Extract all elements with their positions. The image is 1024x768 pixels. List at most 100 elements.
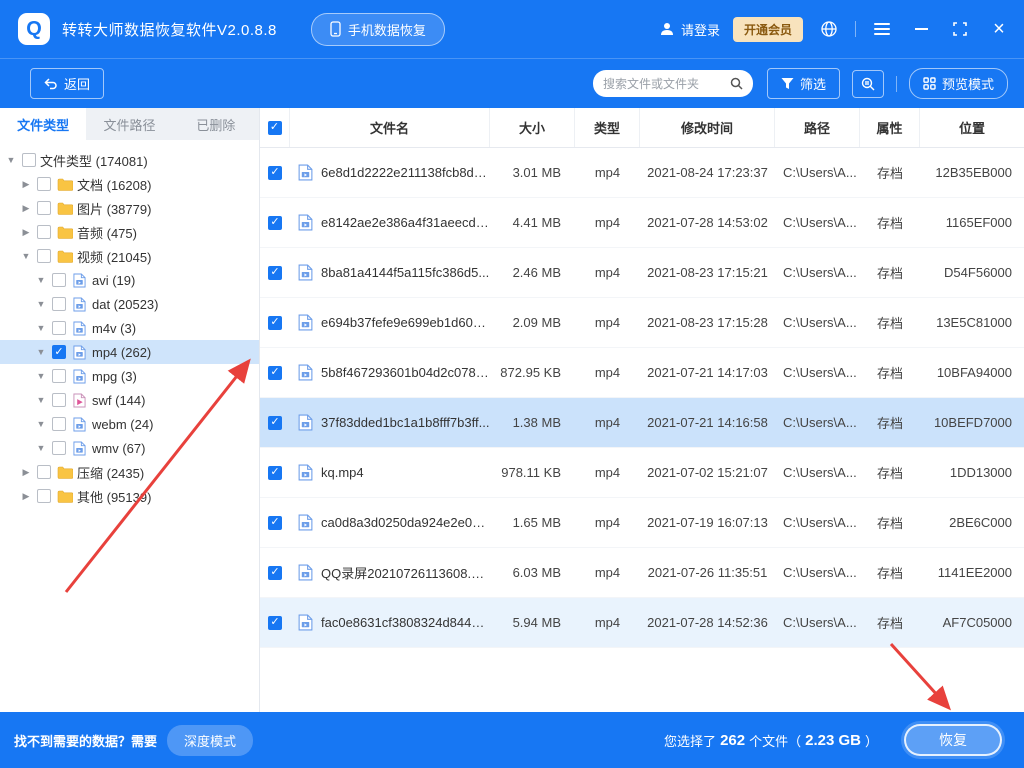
maximize-button[interactable] [947, 16, 973, 42]
column-header[interactable]: 类型 [575, 108, 640, 147]
advanced-search-button[interactable] [851, 69, 884, 98]
deep-mode-button[interactable]: 深度模式 [167, 724, 254, 756]
chevron-down-icon[interactable]: ▼ [34, 275, 48, 285]
chevron-right-icon[interactable]: ▶ [19, 203, 33, 214]
tree-checkbox[interactable] [22, 153, 36, 167]
tree-checkbox[interactable] [52, 369, 66, 383]
column-header[interactable]: 路径 [775, 108, 860, 147]
search-box[interactable] [592, 70, 753, 97]
tree-checkbox[interactable] [37, 225, 51, 239]
globe-icon[interactable] [816, 16, 842, 42]
tree-checkbox[interactable]: ✓ [52, 345, 66, 359]
table-row[interactable]: ✓ ca0d8a3d0250da924e2e0d... 1.65 MB mp4 2021… [260, 498, 1024, 548]
folder-icon [55, 226, 74, 239]
tree-item[interactable]: ▶ 压缩 (2435) [0, 460, 259, 484]
tree-item[interactable]: ▶ 图片 (38779) [0, 196, 259, 220]
chevron-down-icon[interactable]: ▼ [34, 371, 48, 381]
vip-button[interactable]: 开通会员 [732, 16, 803, 42]
recover-button[interactable]: 恢复 [904, 724, 1002, 756]
filter-button[interactable]: 筛选 [766, 68, 840, 99]
sidebar-tab[interactable]: 文件类型 [0, 108, 87, 140]
row-checkbox[interactable]: ✓ [268, 565, 282, 580]
chevron-right-icon[interactable]: ▶ [19, 179, 33, 190]
tree-item[interactable]: ▼ webm (24) [0, 412, 259, 436]
table-row[interactable]: ✓ fac0e8631cf3808324d84471... 5.94 MB mp4 20… [260, 598, 1024, 648]
chevron-down-icon[interactable]: ▼ [34, 323, 48, 333]
tree-checkbox[interactable] [37, 249, 51, 263]
login-button[interactable]: 请登录 [659, 20, 720, 39]
row-checkbox[interactable]: ✓ [268, 265, 282, 280]
chevron-down-icon[interactable]: ▼ [34, 395, 48, 405]
column-header[interactable]: 位置 [920, 108, 1024, 147]
select-all-checkbox[interactable]: ✓ [267, 120, 282, 135]
column-header[interactable]: 修改时间 [640, 108, 775, 147]
row-checkbox[interactable]: ✓ [268, 515, 282, 530]
media-file-icon [298, 564, 313, 581]
search-icon[interactable] [730, 77, 743, 90]
table-header: ✓ 文件名 大小 类型 修改时间 路径 属性 位置 [260, 108, 1024, 148]
file-attribute: 存档 [876, 366, 903, 381]
column-header[interactable]: 大小 [490, 108, 575, 147]
tree-checkbox[interactable] [37, 465, 51, 479]
row-checkbox[interactable]: ✓ [268, 365, 282, 380]
tree-item[interactable]: ▶ 文档 (16208) [0, 172, 259, 196]
table-row[interactable]: ✓ 6e8d1d2222e211138fcb8dd... 3.01 MB mp4 202… [260, 148, 1024, 198]
chevron-down-icon[interactable]: ▼ [34, 443, 48, 453]
tree-item[interactable]: ▼ 文件类型 (174081) [0, 148, 259, 172]
tree-item[interactable]: ▼ ✓ mp4 (262) [0, 340, 259, 364]
tree-checkbox[interactable] [37, 177, 51, 191]
search-input[interactable] [602, 76, 724, 91]
sidebar-tab[interactable]: 已删除 [173, 108, 259, 140]
tree-checkbox[interactable] [52, 441, 66, 455]
tree-item[interactable]: ▼ m4v (3) [0, 316, 259, 340]
tree-checkbox[interactable] [52, 273, 66, 287]
chevron-right-icon[interactable]: ▶ [19, 227, 33, 238]
selection-summary: 您选择了 262 个文件（ 2.23 GB ） [664, 731, 878, 750]
table-row[interactable]: ✓ 37f83dded1bc1a1b8fff7b3ff... 1.38 MB mp4 2… [260, 398, 1024, 448]
table-row[interactable]: ✓ e8142ae2e386a4f31aeecd1... 4.41 MB mp4 202… [260, 198, 1024, 248]
row-checkbox[interactable]: ✓ [268, 615, 282, 630]
row-checkbox[interactable]: ✓ [268, 165, 282, 180]
file-type: mp4 [594, 415, 621, 430]
column-header[interactable]: 属性 [860, 108, 920, 147]
menu-icon[interactable] [869, 16, 895, 42]
chevron-down-icon[interactable]: ▼ [4, 155, 18, 165]
chevron-right-icon[interactable]: ▶ [19, 491, 33, 502]
close-button[interactable]: × [986, 16, 1012, 42]
tree-item[interactable]: ▼ 视频 (21045) [0, 244, 259, 268]
table-row[interactable]: ✓ QQ录屏20210726113608.mp4 6.03 MB mp4 2021-07… [260, 548, 1024, 598]
sidebar-tab[interactable]: 文件路径 [86, 108, 172, 140]
tree-checkbox[interactable] [52, 321, 66, 335]
row-checkbox[interactable]: ✓ [268, 315, 282, 330]
tree-checkbox[interactable] [37, 201, 51, 215]
tree-item[interactable]: ▶ 其他 (95139) [0, 484, 259, 508]
chevron-down-icon[interactable]: ▼ [34, 347, 48, 357]
tree-item[interactable]: ▼ dat (20523) [0, 292, 259, 316]
chevron-right-icon[interactable]: ▶ [19, 467, 33, 478]
tree-item[interactable]: ▶ 音频 (475) [0, 220, 259, 244]
tree-item[interactable]: ▼ swf (144) [0, 388, 259, 412]
tree-checkbox[interactable] [52, 417, 66, 431]
tree-checkbox[interactable] [37, 489, 51, 503]
table-row[interactable]: ✓ e694b37fefe9e699eb1d60d... 2.09 MB mp4 202… [260, 298, 1024, 348]
file-name-cell: fac0e8631cf3808324d84471... [290, 614, 490, 631]
tree-checkbox[interactable] [52, 297, 66, 311]
table-row[interactable]: ✓ 5b8f467293601b04d2c0785... 872.95 KB mp4 2… [260, 348, 1024, 398]
minimize-button[interactable] [908, 16, 934, 42]
tree-checkbox[interactable] [52, 393, 66, 407]
tree-item[interactable]: ▼ wmv (67) [0, 436, 259, 460]
row-checkbox[interactable]: ✓ [268, 465, 282, 480]
row-checkbox[interactable]: ✓ [268, 215, 282, 230]
row-checkbox[interactable]: ✓ [268, 415, 282, 430]
chevron-down-icon[interactable]: ▼ [19, 251, 33, 261]
phone-recovery-button[interactable]: 手机数据恢复 [310, 12, 445, 46]
preview-mode-button[interactable]: 预览模式 [908, 68, 1008, 99]
chevron-down-icon[interactable]: ▼ [34, 419, 48, 429]
back-button[interactable]: 返回 [30, 68, 105, 99]
chevron-down-icon[interactable]: ▼ [34, 299, 48, 309]
tree-item[interactable]: ▼ avi (19) [0, 268, 259, 292]
tree-item[interactable]: ▼ mpg (3) [0, 364, 259, 388]
table-row[interactable]: ✓ kq.mp4 978.11 KB mp4 2021-07-02 15:21:07 C:… [260, 448, 1024, 498]
column-header[interactable]: 文件名 [290, 108, 490, 147]
table-row[interactable]: ✓ 8ba81a4144f5a115fc386d5... 2.46 MB mp4 202… [260, 248, 1024, 298]
